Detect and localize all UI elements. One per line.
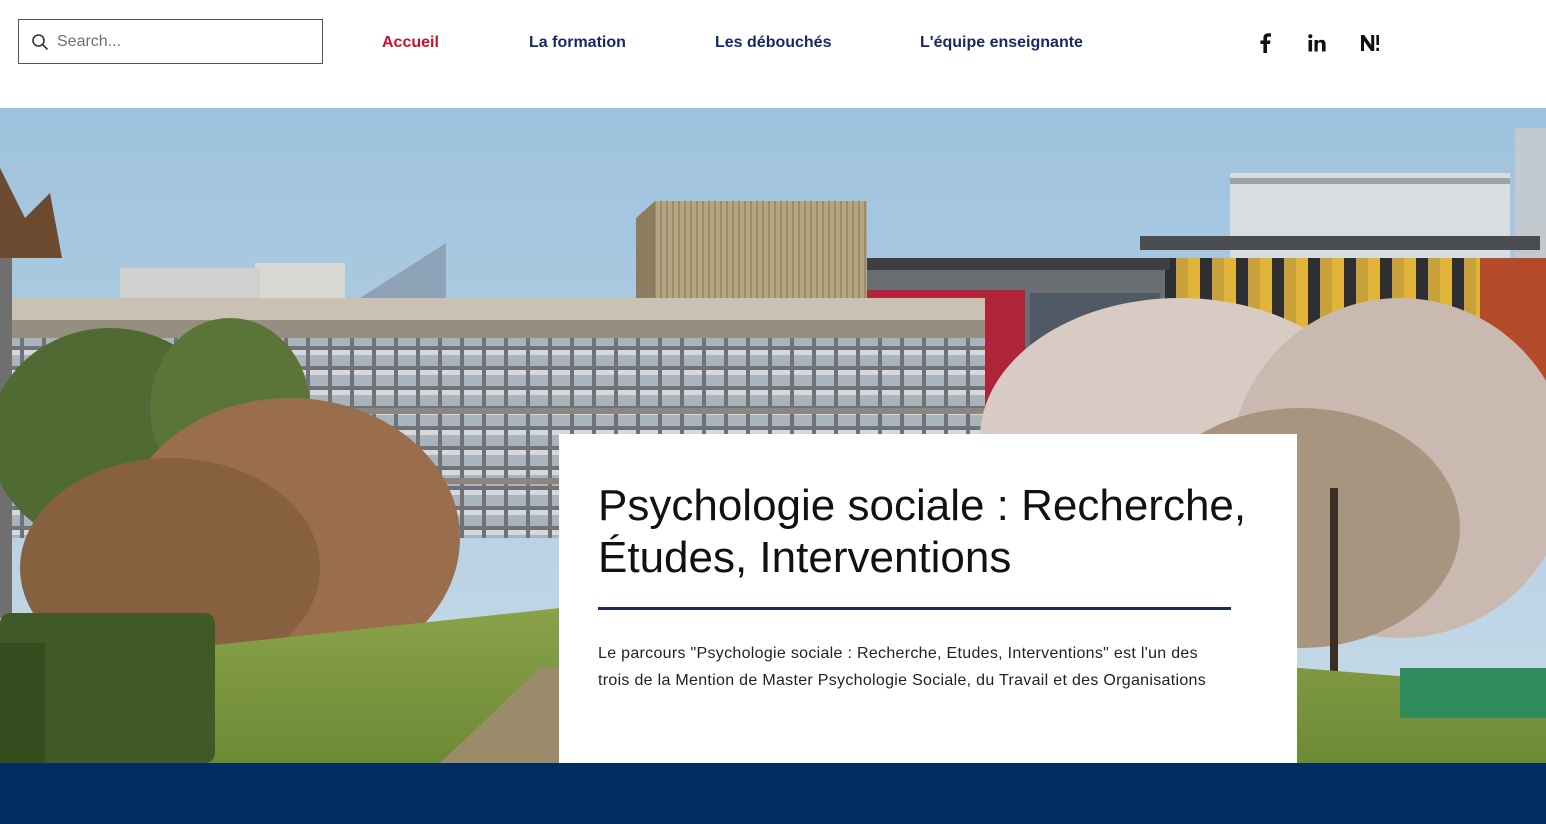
nav-item-accueil[interactable]: Accueil — [382, 34, 439, 52]
hero-title: Psychologie sociale : Recherche, Études,… — [598, 481, 1247, 582]
title-divider — [598, 607, 1231, 610]
nav-item-la-formation[interactable]: La formation — [529, 34, 626, 52]
nav-item-equipe-enseignante[interactable]: L'équipe enseignante — [920, 34, 1083, 52]
facebook-link[interactable] — [1253, 31, 1277, 55]
linkedin-link[interactable] — [1305, 31, 1329, 55]
footer-band — [0, 763, 1546, 824]
search-box[interactable] — [18, 19, 323, 64]
n-brand-icon — [1361, 35, 1379, 51]
site-header: Accueil La formation Les débouchés L'équ… — [0, 0, 1546, 108]
hero-card: Psychologie sociale : Recherche, Études,… — [559, 434, 1297, 763]
n-brand-link[interactable] — [1358, 31, 1382, 55]
facebook-icon — [1260, 33, 1271, 53]
nav-item-les-debouches[interactable]: Les débouchés — [715, 34, 831, 52]
hero-description: Le parcours "Psychologie sociale : Reche… — [598, 645, 1207, 689]
search-input[interactable] — [57, 20, 317, 63]
linkedin-icon — [1308, 34, 1326, 52]
search-icon — [32, 34, 48, 50]
hero-banner: Psychologie sociale : Recherche, Études,… — [0, 108, 1546, 763]
